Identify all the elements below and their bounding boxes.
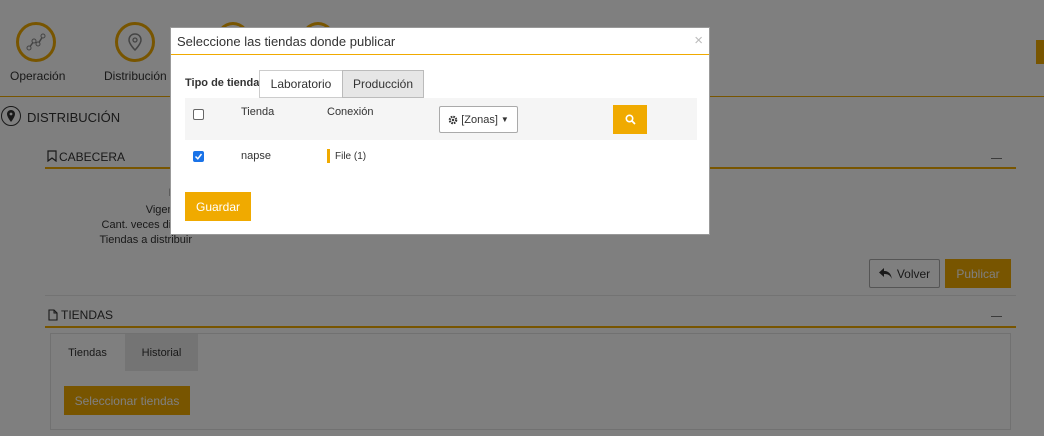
select-all-checkbox[interactable] — [193, 109, 204, 120]
column-header-tienda: Tienda — [241, 106, 275, 118]
modal-title: Seleccione las tiendas donde publicar — [177, 34, 396, 49]
gear-icon — [448, 115, 458, 124]
caret-down-icon: ▼ — [500, 115, 509, 124]
column-header-conexion: Conexión — [327, 106, 374, 118]
tipo-tienda-label: Tipo de tienda: — [185, 77, 264, 89]
row-tienda: napse — [241, 150, 271, 162]
row-conexion: File (1) — [335, 151, 367, 162]
row-checkbox[interactable] — [193, 151, 204, 162]
tipo-option-laboratorio[interactable]: Laboratorio — [259, 70, 343, 98]
guardar-button[interactable]: Guardar — [185, 192, 251, 221]
tipo-option-produccion[interactable]: Producción — [342, 70, 424, 98]
search-button[interactable] — [613, 105, 647, 134]
connection-indicator — [327, 149, 330, 163]
select-stores-modal: Seleccione las tiendas donde publicar × … — [170, 27, 710, 235]
modal-header-divider — [171, 54, 709, 55]
check-icon — [194, 153, 203, 160]
zonas-dropdown-button[interactable]: [Zonas] ▼ — [439, 106, 518, 133]
zonas-label: [Zonas] — [461, 113, 498, 126]
close-icon[interactable]: × — [694, 32, 703, 49]
search-icon — [624, 114, 636, 125]
